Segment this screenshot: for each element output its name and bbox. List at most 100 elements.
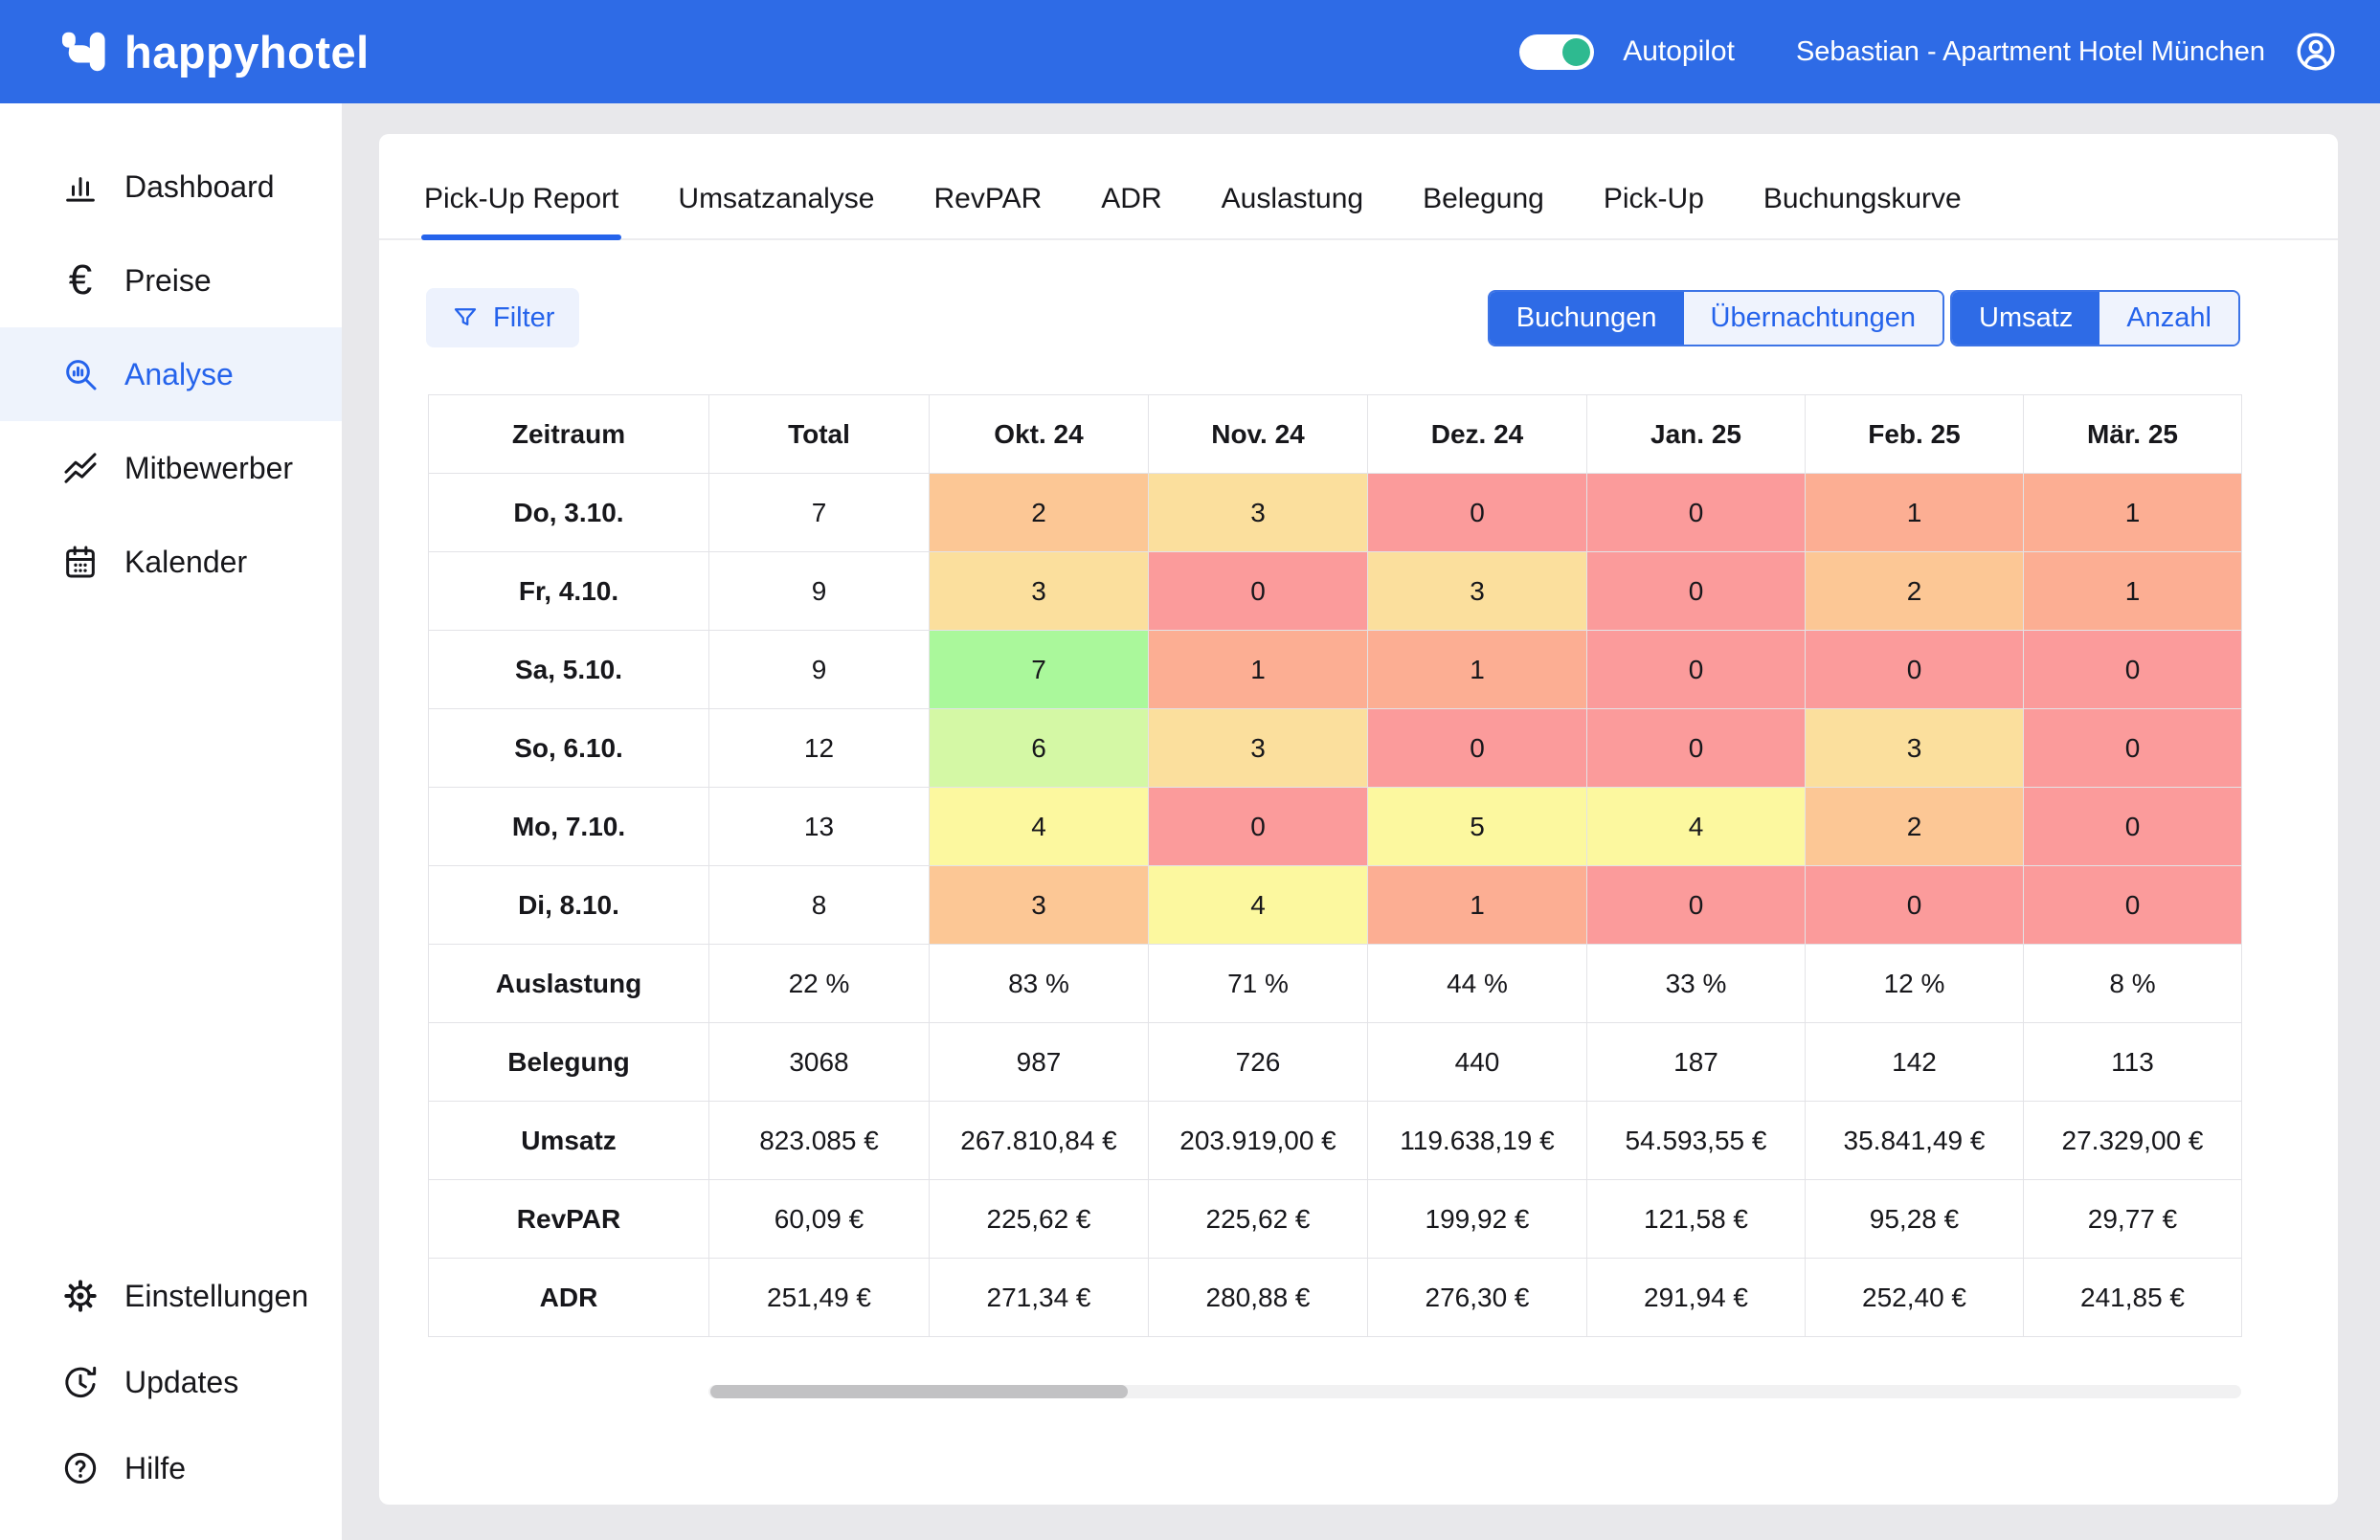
row-label: Sa, 5.10. (429, 631, 709, 709)
heatmap-cell: 4 (1587, 788, 1806, 866)
summary-cell: 35.841,49 € (1806, 1102, 2024, 1180)
sidebar-item-label: Analyse (124, 357, 234, 392)
row-label: ADR (429, 1259, 709, 1337)
heatmap-cell: 0 (2024, 866, 2242, 945)
sidebar-item-mitbewerber[interactable]: Mitbewerber (0, 421, 342, 515)
tab-pick-up-report[interactable]: Pick-Up Report (424, 183, 618, 238)
summary-cell: 44 % (1368, 945, 1587, 1023)
pickup-row: Fr, 4.10.9303021 (429, 552, 2242, 631)
tab-adr[interactable]: ADR (1101, 183, 1161, 238)
sidebar-item-label: Kalender (124, 545, 247, 580)
column-header: Zeitraum (429, 395, 709, 474)
trend-lines-icon (61, 449, 100, 487)
tab-buchungskurve[interactable]: Buchungskurve (1763, 183, 1962, 238)
horizontal-scrollbar-track[interactable] (708, 1385, 2241, 1398)
summary-cell: 27.329,00 € (2024, 1102, 2242, 1180)
heatmap-cell: 0 (1149, 552, 1368, 631)
heatmap-cell: 0 (1806, 631, 2024, 709)
heatmap-cell: 0 (1587, 631, 1806, 709)
metric-toggle-umsatz[interactable]: Umsatz (1952, 292, 2099, 345)
heatmap-cell: 4 (930, 788, 1149, 866)
heatmap-cell: 2 (930, 474, 1149, 552)
summary-cell: 280,88 € (1149, 1259, 1368, 1337)
heatmap-cell: 5 (1368, 788, 1587, 866)
summary-cell: 726 (1149, 1023, 1368, 1102)
summary-cell: 3068 (709, 1023, 930, 1102)
help-icon (61, 1449, 100, 1487)
total-cell: 7 (709, 474, 930, 552)
happyhotel-logo-icon (61, 26, 109, 78)
summary-cell: 113 (2024, 1023, 2242, 1102)
heatmap-cell: 0 (2024, 631, 2242, 709)
autopilot-toggle[interactable] (1519, 34, 1594, 70)
summary-cell: 823.085 € (709, 1102, 930, 1180)
sidebar-item-kalender[interactable]: Kalender (0, 515, 342, 609)
column-header: Okt. 24 (930, 395, 1149, 474)
filter-button[interactable]: Filter (426, 288, 579, 347)
table-header-row: ZeitraumTotalOkt. 24Nov. 24Dez. 24Jan. 2… (429, 395, 2242, 474)
pickup-row: Do, 3.10.7230011 (429, 474, 2242, 552)
tab-belegung[interactable]: Belegung (1423, 183, 1544, 238)
heatmap-cell: 0 (1587, 552, 1806, 631)
heatmap-cell: 3 (1368, 552, 1587, 631)
sidebar-item-einstellungen[interactable]: Einstellungen (0, 1253, 342, 1339)
logo-text: happyhotel (124, 26, 370, 78)
unit-toggle: Buchungen Übernachtungen (1488, 290, 1944, 346)
heatmap-cell: 3 (1806, 709, 2024, 788)
summary-cell: 54.593,55 € (1587, 1102, 1806, 1180)
summary-cell: 71 % (1149, 945, 1368, 1023)
horizontal-scrollbar-thumb[interactable] (710, 1385, 1128, 1398)
heatmap-cell: 0 (1806, 866, 2024, 945)
summary-cell: 8 % (2024, 945, 2242, 1023)
column-header: Feb. 25 (1806, 395, 2024, 474)
column-header: Total (709, 395, 930, 474)
heatmap-cell: 0 (1587, 709, 1806, 788)
sidebar-item-dashboard[interactable]: Dashboard (0, 140, 342, 234)
sidebar: Dashboard € Preise Analyse Mitbewerber (0, 103, 342, 1540)
heatmap-cell: 6 (930, 709, 1149, 788)
summary-cell: 225,62 € (930, 1180, 1149, 1259)
heatmap-cell: 2 (1806, 552, 2024, 631)
heatmap-cell: 1 (1149, 631, 1368, 709)
sidebar-item-label: Hilfe (124, 1451, 186, 1486)
sidebar-item-hilfe[interactable]: Hilfe (0, 1425, 342, 1511)
unit-toggle-buchungen[interactable]: Buchungen (1490, 292, 1684, 345)
sidebar-item-preise[interactable]: € Preise (0, 234, 342, 327)
sidebar-item-analyse[interactable]: Analyse (0, 327, 342, 421)
summary-cell: 121,58 € (1587, 1180, 1806, 1259)
total-cell: 13 (709, 788, 930, 866)
filter-button-label: Filter (493, 302, 554, 334)
tab-umsatzanalyse[interactable]: Umsatzanalyse (678, 183, 874, 238)
summary-cell: 29,77 € (2024, 1180, 2242, 1259)
heatmap-cell: 1 (2024, 474, 2242, 552)
row-label: Auslastung (429, 945, 709, 1023)
heatmap-cell: 2 (1806, 788, 2024, 866)
tab-pick-up[interactable]: Pick-Up (1604, 183, 1704, 238)
summary-cell: 291,94 € (1587, 1259, 1806, 1337)
tab-auslastung[interactable]: Auslastung (1222, 183, 1363, 238)
pickup-row: Sa, 5.10.9711000 (429, 631, 2242, 709)
user-name: Sebastian - Apartment Hotel München (1796, 36, 2265, 68)
row-label: Belegung (429, 1023, 709, 1102)
column-header: Dez. 24 (1368, 395, 1587, 474)
heatmap-cell: 3 (1149, 709, 1368, 788)
heatmap-cell: 0 (1587, 866, 1806, 945)
metric-toggle-anzahl[interactable]: Anzahl (2099, 292, 2238, 345)
summary-cell: 22 % (709, 945, 930, 1023)
heatmap-cell: 3 (930, 552, 1149, 631)
heatmap-cell: 7 (930, 631, 1149, 709)
summary-cell: 251,49 € (709, 1259, 930, 1337)
tab-revpar[interactable]: RevPAR (933, 183, 1042, 238)
heatmap-cell: 4 (1149, 866, 1368, 945)
clock-refresh-icon (61, 1363, 100, 1401)
calendar-icon (61, 543, 100, 581)
summary-cell: 95,28 € (1806, 1180, 2024, 1259)
summary-cell: 987 (930, 1023, 1149, 1102)
sidebar-item-updates[interactable]: Updates (0, 1339, 342, 1425)
summary-cell: 12 % (1806, 945, 2024, 1023)
heatmap-cell: 1 (1806, 474, 2024, 552)
user-avatar-icon[interactable] (2294, 30, 2338, 74)
unit-toggle-uebernachtungen[interactable]: Übernachtungen (1684, 292, 1942, 345)
summary-cell: 187 (1587, 1023, 1806, 1102)
summary-cell: 267.810,84 € (930, 1102, 1149, 1180)
